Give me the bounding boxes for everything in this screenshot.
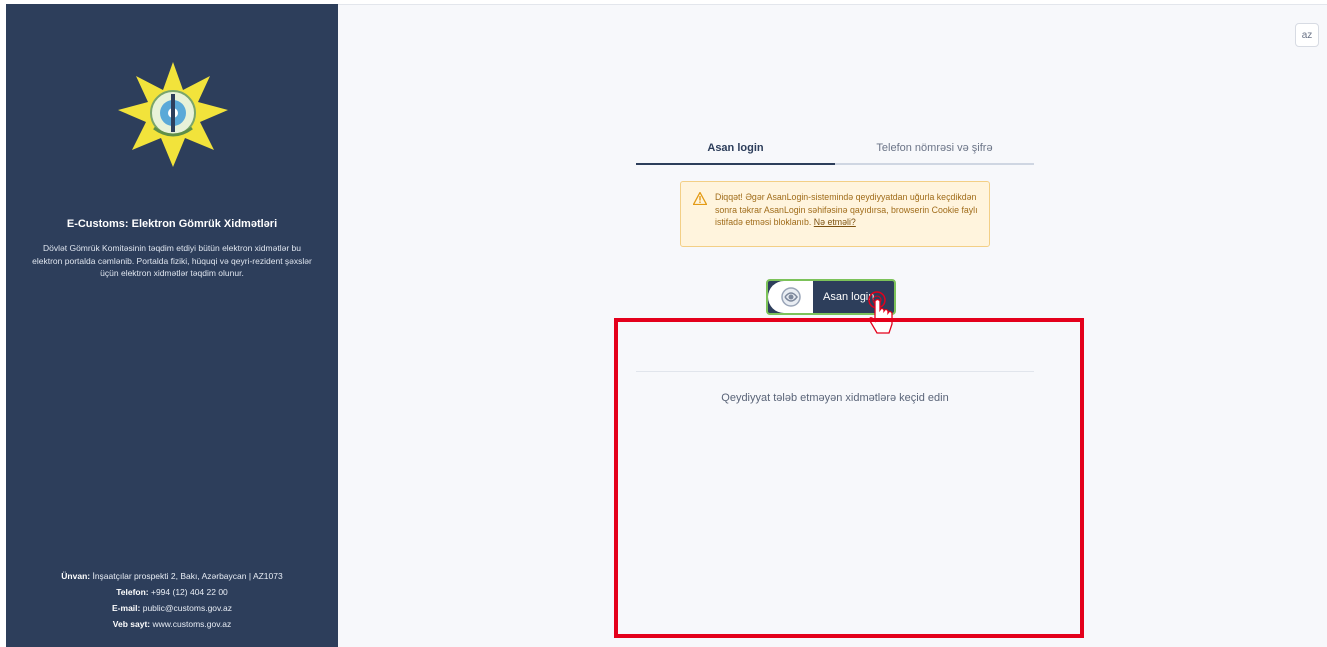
- section-divider: [636, 371, 1034, 372]
- email-label: E-mail:: [112, 603, 141, 613]
- asan-logo-icon: [780, 287, 801, 307]
- website-label: Veb sayt:: [112, 619, 151, 629]
- email-line: E-mail: public@customs.gov.az: [6, 600, 338, 616]
- login-tabs: Asan login Telefon nömrəsi və şifrə: [636, 137, 1034, 165]
- address-label: Ünvan:: [61, 571, 91, 581]
- website-line: Veb sayt: www.customs.gov.az: [6, 616, 338, 632]
- phone-label: Telefon:: [116, 587, 149, 597]
- portal-description: Dövlət Gömrük Komitəsinin təqdim etdiyi …: [32, 243, 312, 278]
- highlight-box: [614, 318, 1084, 638]
- tab-asan-login[interactable]: Asan login: [636, 137, 835, 165]
- phone-value: +994 (12) 404 22 00: [148, 587, 228, 597]
- customs-emblem-icon: [118, 62, 228, 167]
- tab-phone-password[interactable]: Telefon nömrəsi və şifrə: [835, 137, 1034, 163]
- asan-login-button-label: Asan login: [823, 291, 875, 303]
- asan-logo-wrap: [768, 281, 813, 313]
- cookie-warning-alert: Diqqət! Əgər AsanLogin-sistemində qeydiy…: [680, 181, 990, 247]
- guest-services-link[interactable]: Qeydiyyat tələb etməyən xidmətlərə keçid…: [636, 392, 1034, 404]
- language-button[interactable]: az: [1295, 23, 1319, 47]
- website-value: www.customs.gov.az: [150, 619, 232, 629]
- address-value: İnşaatçılar prospekti 2, Bakı, Azərbayca…: [90, 571, 283, 581]
- email-value: public@customs.gov.az: [140, 603, 232, 613]
- contact-info: Ünvan: İnşaatçılar prospekti 2, Bakı, Az…: [6, 568, 338, 632]
- warning-icon: [693, 192, 707, 205]
- what-to-do-link[interactable]: Nə etməli?: [814, 217, 856, 227]
- hand-cursor-icon: [868, 291, 893, 334]
- portal-title: E-Customs: Elektron Gömrük Xidmətləri: [66, 218, 278, 230]
- address-line: Ünvan: İnşaatçılar prospekti 2, Bakı, Az…: [6, 568, 338, 584]
- phone-line: Telefon: +994 (12) 404 22 00: [6, 584, 338, 600]
- main-content: az Asan login Telefon nömrəsi və şifrə D…: [338, 4, 1327, 647]
- sidebar: E-Customs: Elektron Gömrük Xidmətləri Dö…: [6, 4, 338, 647]
